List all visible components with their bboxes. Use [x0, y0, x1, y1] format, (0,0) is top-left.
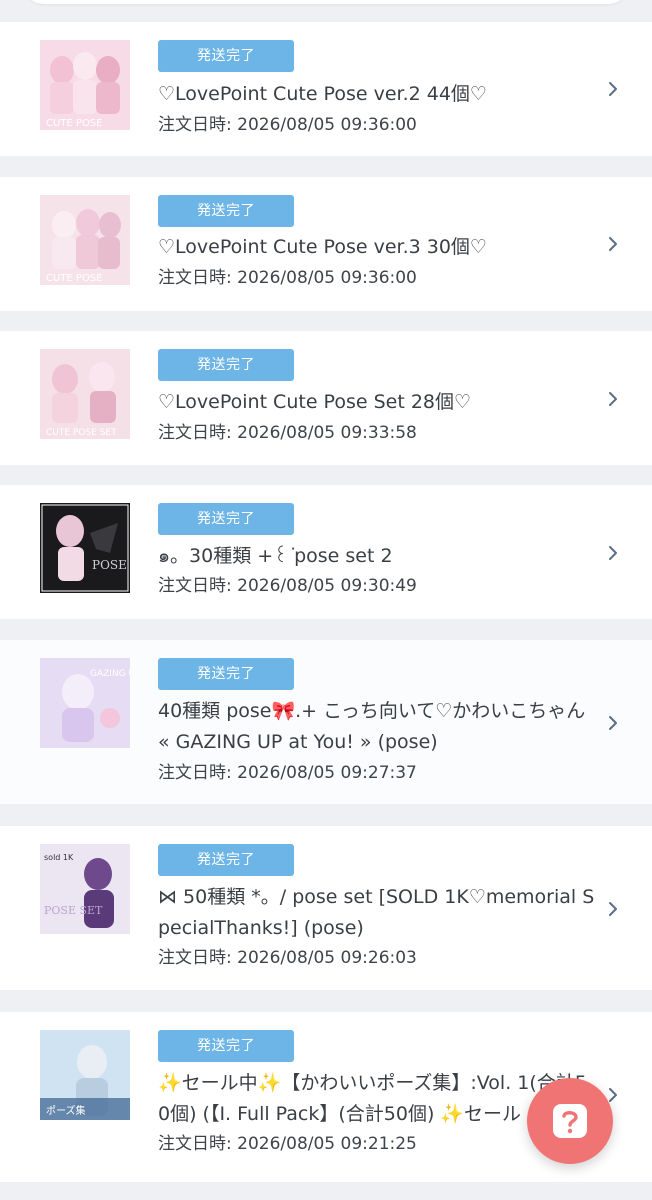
order-date: 注文日時: 2026/08/05 09:26:03 [158, 948, 417, 968]
chevron-right-icon[interactable] [604, 235, 622, 253]
help-question-icon [553, 1104, 587, 1138]
product-title: ♡LovePoint Cute Pose ver.3 30個♡ [158, 236, 487, 258]
chevron-right-icon[interactable] [604, 714, 622, 732]
status-badge: 発送完了 [158, 503, 294, 535]
order-item[interactable]: CUTE POSE 発送完了 ♡LovePoint Cute Pose ver.… [0, 22, 652, 156]
order-item[interactable]: CUTE POSE SET 発送完了 ♡LovePoint Cute Pose … [0, 331, 652, 465]
order-item[interactable]: POSE 発送完了 ๑。30種類 +꒰ ͘pose set 2 注文日時: 20… [0, 485, 652, 619]
svg-text:POSE SET: POSE SET [44, 904, 103, 917]
chevron-right-icon[interactable] [604, 390, 622, 408]
order-date: 注文日時: 2026/08/05 09:36:00 [158, 268, 417, 288]
product-title: ♡LovePoint Cute Pose ver.2 44個♡ [158, 83, 487, 105]
svg-text:ポーズ集: ポーズ集 [46, 1104, 86, 1117]
order-date: 注文日時: 2026/08/05 09:21:25 [158, 1134, 417, 1154]
status-badge: 発送完了 [158, 40, 294, 72]
product-title: 40種類 pose🎀.+ こっち向いて♡かわいこちゃん « GAZING UP … [158, 700, 592, 753]
product-thumbnail-purple-icon: sold 1K POSE SET [40, 844, 130, 934]
order-item[interactable]: CUTE POSE 発送完了 ♡LovePoint Cute Pose ver.… [0, 177, 652, 311]
status-badge: 発送完了 [158, 844, 294, 876]
chevron-right-icon[interactable] [604, 80, 622, 98]
product-thumbnail-pink-icon: CUTE POSE [40, 40, 130, 130]
product-thumbnail-blue-icon: ポーズ集 [40, 1030, 130, 1120]
chevron-right-icon[interactable] [604, 900, 622, 918]
svg-text:CUTE POSE: CUTE POSE [46, 118, 102, 129]
order-date: 注文日時: 2026/08/05 09:36:00 [158, 115, 417, 135]
order-history-page: CUTE POSE 発送完了 ♡LovePoint Cute Pose ver.… [0, 0, 652, 1200]
product-title: ♡LovePoint Cute Pose Set 28個♡ [158, 391, 472, 413]
product-thumbnail-pink-icon: CUTE POSE SET [40, 349, 130, 439]
order-date: 注文日時: 2026/08/05 09:27:37 [158, 763, 417, 783]
order-date: 注文日時: 2026/08/05 09:33:58 [158, 423, 417, 443]
status-badge: 発送完了 [158, 195, 294, 227]
svg-text:CUTE POSE SET: CUTE POSE SET [46, 428, 117, 438]
svg-text:GAZING UP: GAZING UP [90, 669, 130, 679]
top-card-edge [22, 0, 630, 4]
chevron-right-icon[interactable] [604, 544, 622, 562]
svg-text:CUTE POSE: CUTE POSE [46, 273, 102, 284]
product-title: ๑。30種類 +꒰ ͘pose set 2 [158, 545, 393, 567]
order-date: 注文日時: 2026/08/05 09:30:49 [158, 576, 417, 596]
product-thumbnail-dark-icon: POSE [40, 503, 130, 593]
order-item[interactable]: GAZING UP 発送完了 40種類 pose🎀.+ こっち向いて♡かわいこち… [0, 640, 652, 804]
order-item[interactable]: sold 1K POSE SET 発送完了 ⋈ 50種類 *。/ pose se… [0, 826, 652, 990]
status-badge: 発送完了 [158, 1030, 294, 1062]
product-thumbnail-pink-icon: CUTE POSE [40, 195, 130, 285]
product-thumbnail-lavender-icon: GAZING UP [40, 658, 130, 748]
help-button[interactable] [527, 1078, 613, 1164]
svg-text:POSE: POSE [92, 558, 127, 572]
svg-text:sold 1K: sold 1K [44, 853, 74, 862]
status-badge: 発送完了 [158, 658, 294, 690]
product-title: ⋈ 50種類 *。/ pose set [SOLD 1K♡memorial Sp… [158, 886, 595, 939]
status-badge: 発送完了 [158, 349, 294, 381]
